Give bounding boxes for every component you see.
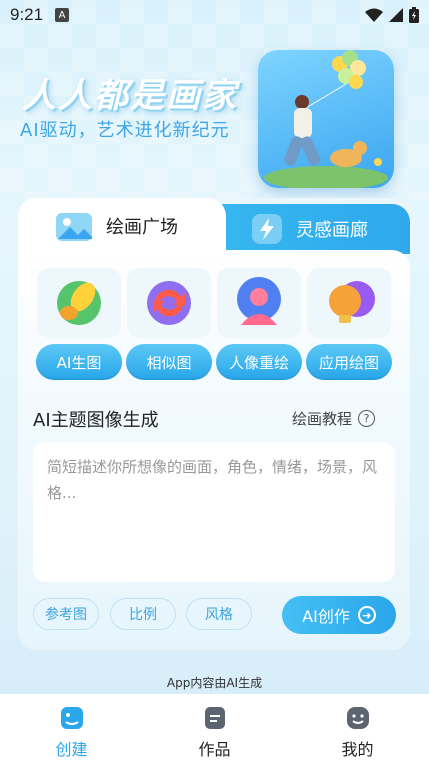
drawing-tutorial-link[interactable]: 绘画教程 ? bbox=[292, 408, 376, 429]
tool-button[interactable]: 应用绘图 bbox=[306, 344, 392, 380]
wifi-icon bbox=[365, 8, 383, 22]
landscape-image-icon bbox=[56, 213, 92, 241]
prompt-input[interactable]: 简短描述你所想像的画面，角色，情绪，场景，风格... bbox=[33, 442, 395, 582]
section-title: AI主题图像生成 bbox=[33, 410, 159, 431]
tool-illustration bbox=[127, 268, 211, 338]
girl-dog-balloons-illustration bbox=[264, 50, 388, 190]
tool-portrait-redraw[interactable]: 人像重绘 bbox=[216, 268, 302, 380]
prompt-placeholder: 简短描述你所想像的画面，角色，情绪，场景，风格... bbox=[47, 458, 378, 502]
tool-illustration bbox=[37, 268, 121, 338]
hero-subtitle: AI驱动，艺术进化新纪元 bbox=[20, 120, 230, 141]
tool-button[interactable]: 相似图 bbox=[126, 344, 212, 380]
lightning-icon bbox=[252, 214, 282, 244]
nav-item-mine[interactable]: 我的 bbox=[286, 694, 429, 764]
document-icon bbox=[204, 707, 225, 729]
create-label: AI创作 bbox=[302, 607, 350, 626]
tool-illustration bbox=[307, 268, 391, 338]
tool-app-drawing[interactable]: 应用绘图 bbox=[306, 268, 392, 380]
notification-icon: A bbox=[55, 8, 70, 22]
tab-label: 灵感画廊 bbox=[296, 220, 368, 241]
tab-label: 绘画广场 bbox=[106, 217, 178, 238]
chip-style[interactable]: 风格 bbox=[186, 598, 252, 630]
nav-label: 创建 bbox=[55, 740, 88, 759]
hero-title: 人人都是画家 bbox=[22, 76, 238, 116]
tool-button[interactable]: 人像重绘 bbox=[216, 344, 302, 380]
chip-aspect-ratio[interactable]: 比例 bbox=[110, 598, 176, 630]
bottom-nav: 创建 作品 我的 bbox=[0, 694, 429, 764]
nav-label: 作品 bbox=[198, 740, 231, 759]
nav-label: 我的 bbox=[341, 740, 374, 759]
ai-create-button[interactable]: AI创作 ➜ bbox=[282, 596, 396, 634]
status-time: 9:21 bbox=[10, 5, 44, 24]
tool-button[interactable]: AI生图 bbox=[36, 344, 122, 380]
hero-illustration bbox=[258, 50, 394, 190]
create-icon bbox=[60, 707, 83, 729]
help-icon: ? bbox=[358, 410, 376, 427]
smiley-icon bbox=[346, 707, 369, 729]
person-icon bbox=[237, 277, 281, 325]
tab-drawing-square[interactable]: 绘画广场 bbox=[18, 198, 226, 254]
nav-item-works[interactable]: 作品 bbox=[143, 694, 286, 764]
chip-reference-image[interactable]: 参考图 bbox=[33, 598, 99, 630]
nav-item-create[interactable]: 创建 bbox=[0, 694, 143, 764]
tool-illustration bbox=[217, 268, 301, 338]
arrow-right-icon: ➜ bbox=[357, 606, 376, 624]
tool-similar-image[interactable]: 相似图 bbox=[126, 268, 212, 380]
bulb-icon bbox=[329, 281, 375, 323]
tab-inspiration-gallery[interactable]: 灵感画廊 bbox=[222, 204, 410, 254]
tutorial-label: 绘画教程 bbox=[292, 410, 353, 428]
status-bar: 9:21 A bbox=[0, 0, 429, 30]
battery-icon bbox=[409, 7, 419, 23]
status-icons bbox=[365, 7, 419, 23]
refresh-icon bbox=[147, 281, 191, 325]
signal-icon bbox=[389, 8, 403, 22]
tool-ai-generate[interactable]: AI生图 bbox=[36, 268, 122, 380]
ai-disclaimer: App内容由AI生成 bbox=[166, 676, 263, 690]
brush-icon bbox=[57, 281, 101, 325]
